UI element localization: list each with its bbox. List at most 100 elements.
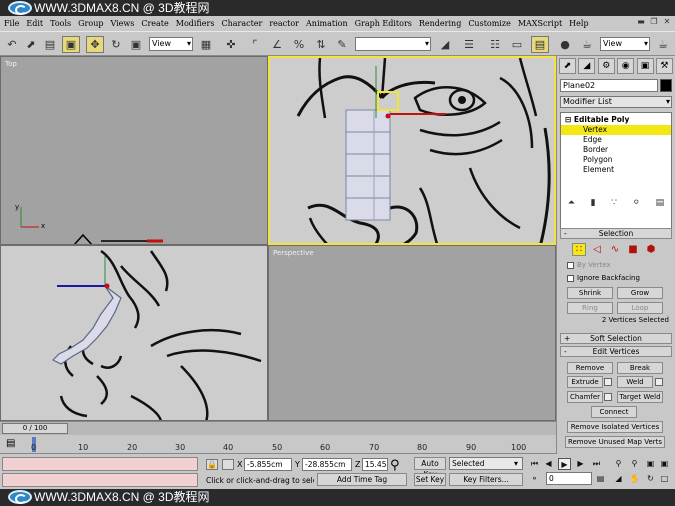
by-vertex-checkbox[interactable]: By Vertex — [567, 261, 611, 269]
key-mode-toggle-icon[interactable]: ⚬ — [528, 473, 541, 485]
connect-button[interactable]: Connect — [591, 406, 637, 418]
soft-selection-rollout-header[interactable]: + Soft Selection — [560, 333, 672, 344]
ignore-backfacing-checkbox[interactable]: Ignore Backfacing — [567, 274, 640, 282]
stack-item-border[interactable]: Border — [561, 145, 671, 155]
play-icon[interactable]: ▶ — [558, 458, 571, 470]
rotate-icon[interactable]: ↻ — [107, 36, 125, 53]
current-frame-field[interactable]: 0 — [546, 472, 592, 485]
pin-stack-icon[interactable]: ⏶ — [568, 198, 575, 212]
remove-button[interactable]: Remove — [567, 362, 613, 374]
set-key-button[interactable]: Set Key — [414, 473, 446, 486]
time-slider-thumb[interactable]: 0 / 100 — [2, 423, 68, 434]
undo-icon[interactable]: ↶ — [3, 36, 21, 53]
ring-button[interactable]: Ring — [567, 302, 613, 314]
mirror-icon[interactable]: ◢ — [436, 36, 454, 53]
zoom-icon[interactable]: ⚲ — [612, 458, 625, 470]
menu-create[interactable]: Create — [141, 19, 168, 28]
quick-render-icon[interactable]: ☕ — [654, 36, 672, 53]
maxscript-listener-field[interactable] — [2, 457, 198, 471]
element-mode-icon[interactable]: ⬢ — [644, 243, 658, 256]
display-tab-icon[interactable]: ▣ — [636, 58, 654, 74]
render-type-select[interactable]: View — [600, 37, 650, 51]
next-frame-icon[interactable]: ▶ — [574, 458, 587, 470]
menu-modifiers[interactable]: Modifiers — [176, 19, 215, 28]
pan-icon[interactable]: ✋ — [628, 473, 641, 485]
edit-vertices-rollout-header[interactable]: - Edit Vertices — [560, 346, 672, 357]
menu-graph-editors[interactable]: Graph Editors — [355, 19, 412, 28]
y-coordinate-field[interactable]: -28.855cm — [302, 458, 352, 471]
schematic-view-icon[interactable]: ▤ — [531, 36, 549, 53]
align-icon[interactable]: ☰ — [460, 36, 478, 53]
edge-mode-icon[interactable]: ◁ — [590, 243, 604, 256]
stack-root-item[interactable]: ⊟ Editable Poly — [561, 115, 671, 125]
configure-sets-icon[interactable]: ▤ — [656, 198, 665, 212]
menu-customize[interactable]: Customize — [468, 19, 511, 28]
menu-views[interactable]: Views — [110, 19, 134, 28]
material-editor-icon[interactable]: ● — [556, 36, 574, 53]
stack-item-polygon[interactable]: Polygon — [561, 155, 671, 165]
menu-file[interactable]: File — [4, 19, 19, 28]
key-icon[interactable]: ⚲ — [390, 458, 400, 473]
menu-tools[interactable]: Tools — [50, 19, 71, 28]
manipulate-icon[interactable]: ✜ — [222, 36, 240, 53]
minimize-icon[interactable]: ▬ — [635, 16, 647, 28]
named-selection-sets-select[interactable] — [355, 37, 431, 51]
select-by-name-icon[interactable]: ▤ — [41, 36, 59, 53]
viewport-front[interactable] — [268, 56, 556, 245]
stack-item-vertex[interactable]: Vertex — [561, 125, 671, 135]
stack-item-element[interactable]: Element — [561, 165, 671, 175]
shrink-button[interactable]: Shrink — [567, 287, 613, 299]
scale-icon[interactable]: ▣ — [127, 36, 145, 53]
chamfer-settings-icon[interactable] — [604, 393, 612, 401]
select-region-icon[interactable]: ▣ — [62, 36, 80, 53]
selection-lock-icon[interactable]: 🔒 — [206, 459, 218, 470]
target-weld-button[interactable]: Target Weld — [617, 391, 663, 403]
zoom-extents-icon[interactable]: ▣ — [644, 458, 657, 470]
absolute-mode-icon[interactable] — [222, 459, 234, 470]
angle-snap-icon[interactable]: ∠ — [268, 36, 286, 53]
remove-isolated-vertices-button[interactable]: Remove Isolated Vertices — [567, 421, 663, 433]
menu-maxscript[interactable]: MAXScript — [518, 19, 562, 28]
menu-help[interactable]: Help — [569, 19, 588, 28]
viewport-left[interactable] — [0, 245, 268, 421]
zoom-all-icon[interactable]: ⚲ — [628, 458, 641, 470]
menu-reactor[interactable]: reactor — [269, 19, 299, 28]
vertex-mode-icon[interactable]: ∷ — [572, 243, 586, 256]
modifier-list-select[interactable]: Modifier List — [560, 96, 672, 108]
move-icon[interactable]: ✥ — [86, 36, 104, 53]
make-unique-icon[interactable]: ∵ — [611, 198, 617, 212]
chamfer-button[interactable]: Chamfer — [567, 391, 603, 403]
modify-tab-icon[interactable]: ◢ — [578, 58, 596, 74]
border-mode-icon[interactable]: ∿ — [608, 243, 622, 256]
curve-editor-icon[interactable]: ▭ — [508, 36, 526, 53]
extrude-button[interactable]: Extrude — [567, 376, 603, 388]
remove-modifier-icon[interactable]: ⚪ — [633, 198, 641, 212]
loop-button[interactable]: Loop — [617, 302, 663, 314]
menu-group[interactable]: Group — [78, 19, 103, 28]
break-button[interactable]: Break — [617, 362, 663, 374]
restore-icon[interactable]: ❐ — [648, 16, 660, 28]
chevron-down-icon[interactable]: ▾ — [514, 459, 518, 468]
zoom-extents-all-icon[interactable]: ▣ — [658, 458, 671, 470]
go-to-end-icon[interactable]: ⏭ — [590, 458, 603, 470]
menu-rendering[interactable]: Rendering — [419, 19, 461, 28]
z-coordinate-field[interactable]: 15.455cm — [362, 458, 388, 471]
previous-frame-icon[interactable]: ◀ — [542, 458, 555, 470]
viewport-top[interactable]: Top y x — [0, 56, 268, 245]
track-bar[interactable]: ▤ 0 10 20 30 40 50 60 70 80 90 100 — [0, 435, 556, 454]
polygon-mode-icon[interactable]: ■ — [626, 243, 640, 256]
time-slider-track[interactable]: 0 / 100 — [0, 421, 556, 435]
menu-character[interactable]: Character — [221, 19, 262, 28]
hierarchy-tab-icon[interactable]: ⚙ — [597, 58, 615, 74]
spinner-snap-icon[interactable]: ⇅ — [312, 36, 330, 53]
select-object-icon[interactable]: ⬈ — [22, 36, 40, 53]
close-icon[interactable]: ✕ — [661, 16, 673, 28]
auto-key-button[interactable]: Auto Key — [414, 457, 446, 479]
object-name-field[interactable]: Plane02 — [560, 79, 658, 92]
track-bar-menu-icon[interactable]: ▤ — [6, 438, 15, 449]
viewport-perspective-label[interactable]: Perspective — [273, 249, 314, 257]
maxscript-mini-field[interactable] — [2, 473, 198, 487]
extrude-settings-icon[interactable] — [604, 378, 612, 386]
time-config-icon[interactable]: ▤ — [594, 473, 607, 485]
key-filters-button[interactable]: Key Filters... — [449, 473, 523, 486]
